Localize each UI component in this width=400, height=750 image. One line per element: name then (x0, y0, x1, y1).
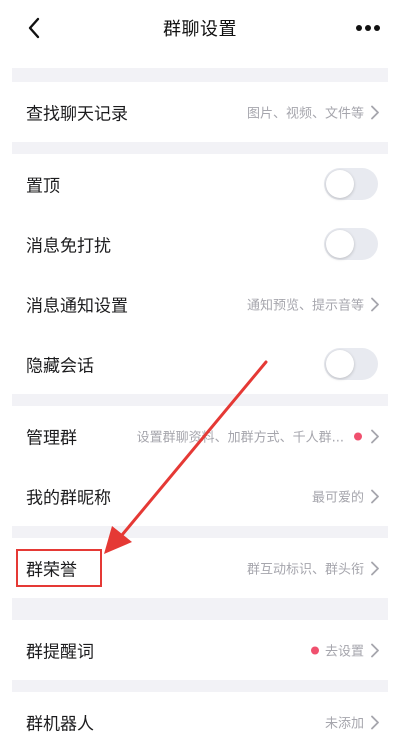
my-nickname-hint: 最可爱的 (311, 490, 364, 506)
do-not-disturb-toggle[interactable] (324, 228, 378, 260)
chevron-right-icon (371, 643, 379, 657)
toggle-knob (326, 170, 354, 198)
my-nickname-row[interactable]: 我的群昵称 最可爱的 (12, 466, 388, 526)
toggle-knob (326, 350, 354, 378)
more-button[interactable] (350, 12, 386, 44)
manage-group-label: 管理群 (26, 428, 77, 449)
search-history-hint: 图片、视频、文件等 (246, 106, 364, 122)
my-nickname-label: 我的群昵称 (26, 488, 111, 509)
group-robot-label: 群机器人 (26, 714, 94, 735)
notification-settings-row[interactable]: 消息通知设置 通知预览、提示音等 (12, 274, 388, 334)
search-history-label: 查找聊天记录 (26, 104, 128, 125)
group-honor-hint: 群互动标识、群头衔 (246, 562, 364, 578)
section-separator (12, 142, 388, 154)
more-horizontal-icon (356, 25, 380, 31)
reminder-words-hint: 去设置 (324, 644, 364, 660)
hide-session-toggle[interactable] (324, 348, 378, 380)
section-separator (12, 68, 388, 82)
section-separator (12, 394, 388, 406)
reminder-words-row[interactable]: 群提醒词 去设置 (12, 620, 388, 680)
reminder-words-label: 群提醒词 (26, 642, 94, 663)
pin-top-row: 置顶 (12, 154, 388, 214)
chevron-right-icon (371, 715, 379, 729)
section-separator (12, 598, 388, 620)
header-bar: 群聊设置 (0, 0, 400, 56)
hide-session-row: 隐藏会话 (12, 334, 388, 394)
chevron-right-icon (371, 561, 379, 575)
section-separator (12, 680, 388, 692)
pin-top-toggle[interactable] (324, 168, 378, 200)
group-honor-row[interactable]: 群荣誉 群互动标识、群头衔 (12, 538, 388, 598)
pin-top-label: 置顶 (26, 176, 60, 197)
manage-group-hint: 设置群聊资料、加群方式、千人群... (136, 430, 344, 446)
do-not-disturb-label: 消息免打扰 (26, 236, 111, 257)
page-title: 群聊设置 (163, 19, 237, 40)
chevron-right-icon (371, 105, 379, 119)
group-honor-label: 群荣誉 (26, 560, 77, 581)
do-not-disturb-row: 消息免打扰 (12, 214, 388, 274)
manage-group-row[interactable]: 管理群 设置群聊资料、加群方式、千人群... (12, 406, 388, 466)
notification-dot (310, 646, 319, 654)
chevron-right-icon (371, 429, 379, 443)
toggle-knob (326, 230, 354, 258)
notification-dot (354, 432, 362, 440)
section-separator (12, 526, 388, 538)
group-chat-settings-page: 群聊设置 查找聊天记录 图片、视频、文件等 置顶 消息免打扰 消息通知设置 通知… (0, 0, 400, 750)
search-history-row[interactable]: 查找聊天记录 图片、视频、文件等 (12, 82, 388, 142)
group-robot-hint: 未添加 (324, 716, 364, 732)
group-robot-row[interactable]: 群机器人 未添加 (12, 692, 388, 750)
notification-settings-label: 消息通知设置 (26, 296, 128, 317)
hide-session-label: 隐藏会话 (26, 356, 94, 377)
notification-settings-hint: 通知预览、提示音等 (246, 298, 364, 314)
chevron-right-icon (371, 489, 379, 503)
chevron-right-icon (371, 297, 379, 311)
